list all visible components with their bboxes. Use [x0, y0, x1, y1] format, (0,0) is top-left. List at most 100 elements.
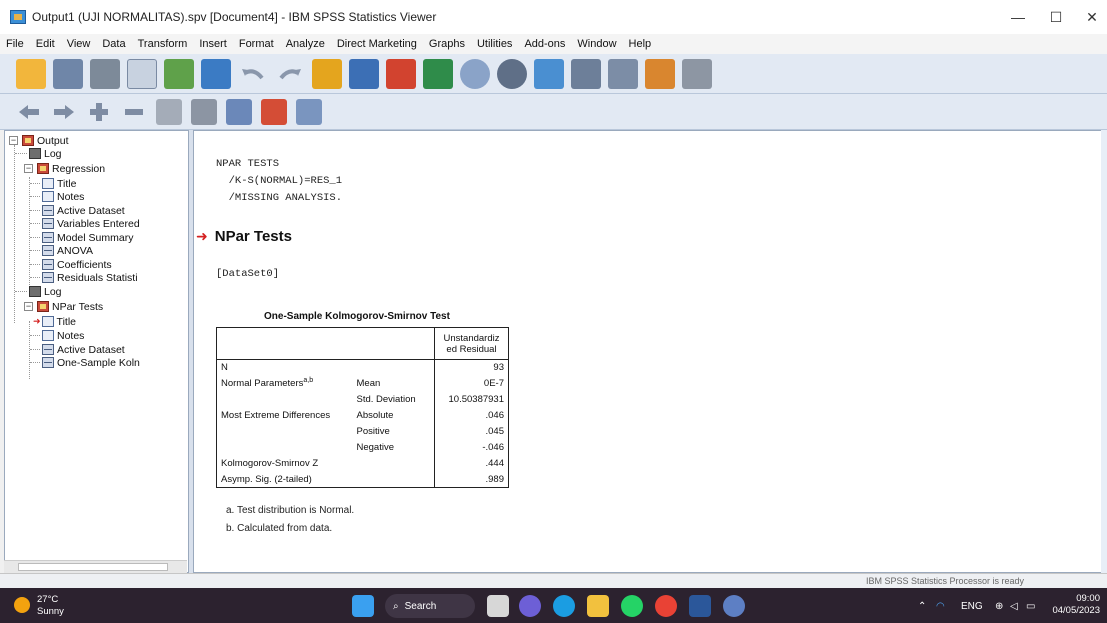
find-icon[interactable] — [460, 58, 490, 89]
window-titlebar: Output1 (UJI NORMALITAS).spv [Document4]… — [0, 0, 1107, 34]
clock-date: 04/05/2023 — [1052, 605, 1100, 616]
content-vertical-scrollbar[interactable] — [1101, 130, 1107, 573]
recall-dialog-icon[interactable] — [201, 58, 231, 89]
scrollbar-thumb[interactable] — [18, 563, 168, 571]
language-indicator[interactable]: ENG — [961, 601, 983, 612]
show-icon[interactable] — [156, 98, 182, 125]
menu-transform[interactable]: Transform — [132, 38, 194, 50]
table-row: Kolmogorov-Smirnov Z .444 — [216, 455, 509, 472]
outline-node-anova[interactable]: ANOVA — [42, 244, 93, 257]
outline-node-output[interactable]: Output — [22, 134, 69, 147]
insert-heading-icon[interactable] — [226, 98, 252, 125]
menu-data[interactable]: Data — [96, 38, 131, 50]
outline-node-npar-title[interactable]: ➜ Title — [33, 315, 76, 328]
menu-file[interactable]: File — [0, 38, 30, 50]
whatsapp-icon[interactable] — [621, 595, 643, 617]
export-icon[interactable] — [164, 58, 194, 89]
weather-temp: 27°C — [37, 594, 59, 605]
npar-tests-heading[interactable]: ➜ NPar Tests — [196, 228, 292, 245]
outline-node-log-2[interactable]: Log — [29, 285, 62, 298]
menu-direct-marketing[interactable]: Direct Marketing — [331, 38, 423, 50]
outline-node-title[interactable]: Title — [42, 177, 76, 190]
tray-chevron-icon[interactable]: ⌃ — [918, 601, 926, 612]
goto-case-icon[interactable] — [312, 58, 342, 89]
outline-node-notes[interactable]: Notes — [42, 190, 84, 203]
volume-icon[interactable]: ◁ — [1010, 601, 1018, 612]
minimize-button[interactable]: — — [997, 0, 1039, 34]
menu-help[interactable]: Help — [623, 38, 658, 50]
table-icon — [42, 357, 54, 368]
network-icon[interactable]: ⊕ — [995, 601, 1003, 612]
value-labels-icon[interactable] — [645, 58, 675, 89]
main-toolbar — [0, 54, 1107, 94]
close-button[interactable]: ✕ — [1071, 0, 1107, 34]
outline-collapse-regression[interactable]: − — [24, 164, 33, 173]
outline-node-active-dataset[interactable]: Active Dataset — [42, 204, 125, 217]
menu-graphs[interactable]: Graphs — [423, 38, 471, 50]
outline-node-one-sample-ks[interactable]: One-Sample Koln — [42, 356, 140, 369]
menu-edit[interactable]: Edit — [30, 38, 61, 50]
menu-add-ons[interactable]: Add-ons — [518, 38, 571, 50]
designate-window-icon[interactable] — [423, 58, 453, 89]
variables-icon[interactable] — [386, 58, 416, 89]
outline-collapse-npar[interactable]: − — [24, 302, 33, 311]
ks-test-table[interactable]: Unstandardiz ed Residual N 93 Normal Par… — [216, 327, 509, 488]
outline-collapse-root[interactable]: − — [9, 136, 18, 145]
edge-browser-icon[interactable] — [553, 595, 575, 617]
spss-taskbar-icon[interactable] — [723, 595, 745, 617]
menu-insert[interactable]: Insert — [193, 38, 233, 50]
taskbar-clock[interactable]: 09:00 04/05/2023 — [1044, 593, 1100, 617]
file-explorer-icon[interactable] — [587, 595, 609, 617]
menu-format[interactable]: Format — [233, 38, 280, 50]
outline-node-npar-notes[interactable]: Notes — [42, 329, 84, 342]
chat-icon[interactable] — [519, 595, 541, 617]
outline-node-coefficients[interactable]: Coefficients — [42, 258, 112, 271]
battery-icon[interactable]: ▭ — [1026, 601, 1035, 612]
chrome-icon[interactable] — [655, 595, 677, 617]
syntax-line: /K-S(NORMAL)=RES_1 — [216, 175, 343, 187]
collapse-minus-icon[interactable] — [121, 99, 147, 125]
insert-text-icon[interactable] — [296, 98, 322, 125]
sun-icon[interactable] — [14, 597, 30, 613]
wifi-icon[interactable]: ◠ — [936, 601, 945, 612]
title-icon — [42, 178, 54, 189]
insert-title-icon[interactable] — [261, 98, 287, 125]
print-icon[interactable] — [90, 58, 120, 89]
split-file-icon[interactable] — [534, 58, 564, 89]
outline-node-residuals-statistics[interactable]: Residuals Statisti — [42, 271, 138, 284]
print-preview-icon[interactable] — [127, 58, 157, 89]
weather-widget[interactable]: 27°C Sunny — [37, 594, 64, 618]
open-folder-icon[interactable] — [16, 58, 46, 89]
taskbar-search[interactable]: ⌕ Search — [385, 594, 475, 618]
save-icon[interactable] — [53, 58, 83, 89]
menu-analyze[interactable]: Analyze — [280, 38, 331, 50]
book-icon — [37, 163, 49, 174]
outline-node-variables-entered[interactable]: Variables Entered — [42, 217, 140, 230]
outline-node-npar-active-dataset[interactable]: Active Dataset — [42, 343, 125, 356]
outline-node-log[interactable]: Log — [29, 147, 62, 160]
weight-cases-icon[interactable] — [571, 58, 601, 89]
task-view-icon[interactable] — [487, 595, 509, 617]
window-title: Output1 (UJI NORMALITAS).spv [Document4]… — [32, 10, 437, 24]
undo-icon[interactable] — [238, 59, 268, 89]
redo-icon[interactable] — [275, 59, 305, 89]
table-row: Std. Deviation 10.50387931 — [216, 391, 509, 408]
promote-arrow-icon[interactable] — [16, 99, 42, 125]
menu-utilities[interactable]: Utilities — [471, 38, 518, 50]
use-sets-icon[interactable] — [682, 58, 712, 89]
word-icon[interactable] — [689, 595, 711, 617]
insert-cases-icon[interactable] — [497, 58, 527, 89]
footnote-b: b. Calculated from data. — [226, 523, 333, 534]
goto-variable-icon[interactable] — [349, 58, 379, 89]
outline-node-npar-tests[interactable]: NPar Tests — [37, 300, 103, 313]
select-cases-icon[interactable] — [608, 58, 638, 89]
menu-view[interactable]: View — [61, 38, 97, 50]
expand-plus-icon[interactable] — [86, 99, 112, 125]
demote-arrow-icon[interactable] — [51, 99, 77, 125]
outline-horizontal-scrollbar[interactable] — [4, 560, 187, 573]
outline-node-regression[interactable]: Regression — [37, 162, 105, 175]
start-windows-icon[interactable] — [352, 595, 374, 617]
menu-window[interactable]: Window — [571, 38, 622, 50]
hide-icon[interactable] — [191, 98, 217, 125]
outline-node-model-summary[interactable]: Model Summary — [42, 231, 133, 244]
